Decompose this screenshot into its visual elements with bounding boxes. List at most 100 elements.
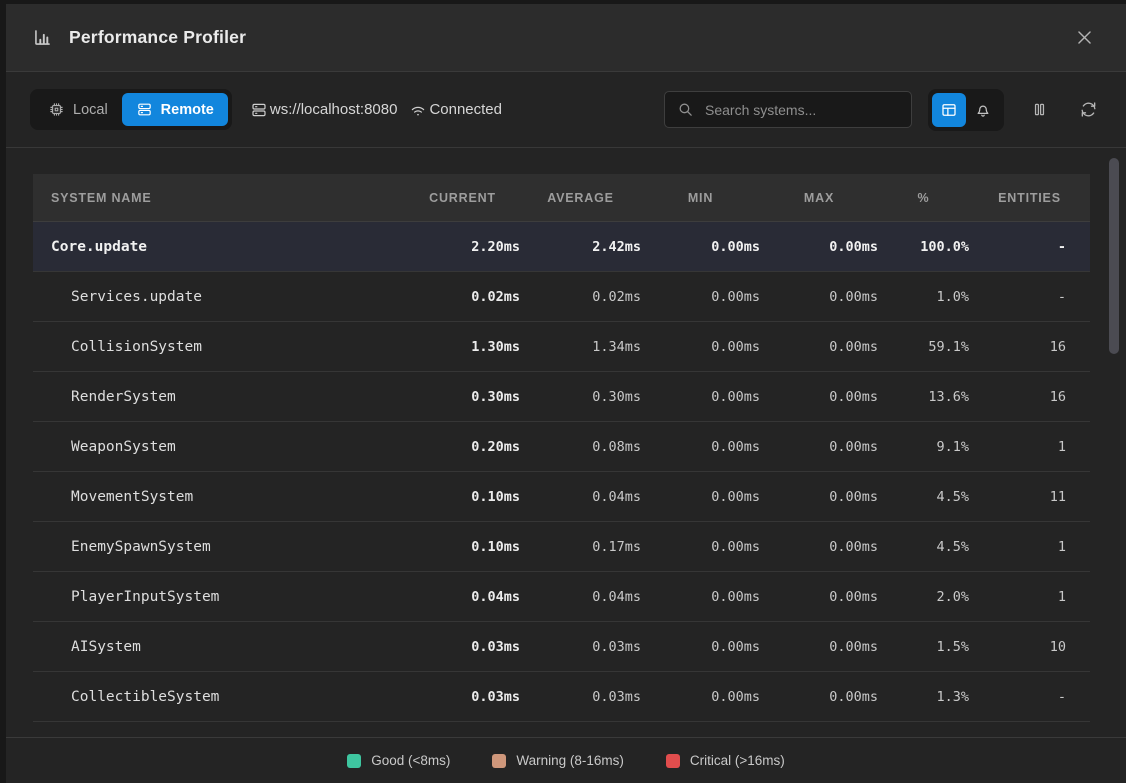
- percent-cell: 4.5%: [878, 539, 969, 555]
- table-row[interactable]: Services.update 0.02ms 0.02ms 0.00ms 0.0…: [33, 272, 1090, 322]
- col-system-name: SYSTEM NAME: [33, 191, 405, 205]
- legend-item: Warning (8-16ms): [492, 753, 624, 768]
- performance-profiler-dialog: Performance Profiler Local: [6, 4, 1126, 783]
- table-body: Core.update 2.20ms 2.42ms 0.00ms 0.00ms …: [33, 222, 1090, 722]
- average-cell: 0.17ms: [520, 539, 641, 555]
- search-box: [664, 91, 912, 128]
- min-cell: 0.00ms: [641, 389, 760, 405]
- average-cell: 0.02ms: [520, 289, 641, 305]
- entities-cell: -: [969, 289, 1090, 305]
- wifi-icon: [409, 101, 427, 119]
- bar-chart-icon: [32, 27, 53, 48]
- max-cell: 0.00ms: [760, 389, 878, 405]
- average-cell: 0.03ms: [520, 639, 641, 655]
- close-icon[interactable]: [1071, 24, 1098, 51]
- entities-cell: -: [969, 239, 1090, 255]
- table-row[interactable]: RenderSystem 0.30ms 0.30ms 0.00ms 0.00ms…: [33, 372, 1090, 422]
- legend-item: Good (<8ms): [347, 753, 450, 768]
- average-cell: 0.08ms: [520, 439, 641, 455]
- table-row[interactable]: PlayerInputSystem 0.04ms 0.04ms 0.00ms 0…: [33, 572, 1090, 622]
- current-cell: 0.03ms: [405, 689, 520, 705]
- entities-cell: 10: [969, 639, 1090, 655]
- percent-cell: 9.1%: [878, 439, 969, 455]
- entities-cell: 1: [969, 439, 1090, 455]
- percent-cell: 13.6%: [878, 389, 969, 405]
- bell-icon[interactable]: [966, 93, 1000, 127]
- col-entities: ENTITIES: [969, 191, 1090, 205]
- max-cell: 0.00ms: [760, 639, 878, 655]
- col-max: MAX: [760, 191, 878, 205]
- legend-swatch: [347, 754, 361, 768]
- percent-cell: 100.0%: [878, 239, 969, 255]
- average-cell: 1.34ms: [520, 339, 641, 355]
- min-cell: 0.00ms: [641, 539, 760, 555]
- min-cell: 0.00ms: [641, 639, 760, 655]
- pause-icon[interactable]: [1026, 96, 1053, 123]
- legend-footer: Good (<8ms) Warning (8-16ms) Critical (>…: [6, 737, 1126, 783]
- min-cell: 0.00ms: [641, 289, 760, 305]
- col-average: AVERAGE: [520, 191, 641, 205]
- min-cell: 0.00ms: [641, 339, 760, 355]
- table-row[interactable]: MovementSystem 0.10ms 0.04ms 0.00ms 0.00…: [33, 472, 1090, 522]
- table-row[interactable]: CollectibleSystem 0.03ms 0.03ms 0.00ms 0…: [33, 672, 1090, 722]
- col-min: MIN: [641, 191, 760, 205]
- system-name-cell: Core.update: [33, 239, 405, 255]
- average-cell: 0.03ms: [520, 689, 641, 705]
- table-row[interactable]: EnemySpawnSystem 0.10ms 0.17ms 0.00ms 0.…: [33, 522, 1090, 572]
- max-cell: 0.00ms: [760, 339, 878, 355]
- table-row[interactable]: CollisionSystem 1.30ms 1.34ms 0.00ms 0.0…: [33, 322, 1090, 372]
- cpu-icon: [48, 101, 65, 118]
- entities-cell: 16: [969, 389, 1090, 405]
- local-button[interactable]: Local: [34, 93, 122, 126]
- title-bar: Performance Profiler: [6, 4, 1126, 72]
- system-name-cell: MovementSystem: [33, 489, 405, 505]
- average-cell: 2.42ms: [520, 239, 641, 255]
- table-header: SYSTEM NAME CURRENT AVERAGE MIN MAX % EN…: [33, 174, 1090, 222]
- entities-cell: 1: [969, 539, 1090, 555]
- search-input[interactable]: [703, 101, 899, 119]
- system-name-cell: EnemySpawnSystem: [33, 539, 405, 555]
- percent-cell: 1.5%: [878, 639, 969, 655]
- connection-info: ws://localhost:8080 Connected: [250, 101, 502, 119]
- min-cell: 0.00ms: [641, 589, 760, 605]
- server-icon: [136, 101, 153, 118]
- table-row[interactable]: WeaponSystem 0.20ms 0.08ms 0.00ms 0.00ms…: [33, 422, 1090, 472]
- entities-cell: 1: [969, 589, 1090, 605]
- system-name-cell: RenderSystem: [33, 389, 405, 405]
- refresh-icon[interactable]: [1075, 96, 1102, 123]
- connection-url: ws://localhost:8080: [270, 101, 398, 118]
- table-row[interactable]: AISystem 0.03ms 0.03ms 0.00ms 0.00ms 1.5…: [33, 622, 1090, 672]
- max-cell: 0.00ms: [760, 689, 878, 705]
- legend-label: Good (<8ms): [371, 753, 450, 768]
- current-cell: 0.04ms: [405, 589, 520, 605]
- legend-swatch: [666, 754, 680, 768]
- view-toggle: [928, 89, 1004, 131]
- system-name-cell: Services.update: [33, 289, 405, 305]
- max-cell: 0.00ms: [760, 589, 878, 605]
- current-cell: 0.03ms: [405, 639, 520, 655]
- remote-label: Remote: [161, 102, 214, 118]
- system-name-cell: CollisionSystem: [33, 339, 405, 355]
- max-cell: 0.00ms: [760, 239, 878, 255]
- scrollbar-thumb[interactable]: [1109, 158, 1119, 354]
- table-layout-icon[interactable]: [932, 93, 966, 127]
- search-icon: [677, 101, 694, 118]
- legend-swatch: [492, 754, 506, 768]
- max-cell: 0.00ms: [760, 539, 878, 555]
- average-cell: 0.30ms: [520, 389, 641, 405]
- col-current: CURRENT: [405, 191, 520, 205]
- current-cell: 0.02ms: [405, 289, 520, 305]
- max-cell: 0.00ms: [760, 439, 878, 455]
- connection-status: Connected: [429, 101, 502, 118]
- source-toggle: Local Remote: [30, 89, 232, 130]
- min-cell: 0.00ms: [641, 689, 760, 705]
- entities-cell: 16: [969, 339, 1090, 355]
- col-percent: %: [878, 191, 969, 205]
- percent-cell: 1.3%: [878, 689, 969, 705]
- percent-cell: 2.0%: [878, 589, 969, 605]
- percent-cell: 1.0%: [878, 289, 969, 305]
- remote-button[interactable]: Remote: [122, 93, 228, 126]
- system-name-cell: AISystem: [33, 639, 405, 655]
- min-cell: 0.00ms: [641, 239, 760, 255]
- table-row[interactable]: Core.update 2.20ms 2.42ms 0.00ms 0.00ms …: [33, 222, 1090, 272]
